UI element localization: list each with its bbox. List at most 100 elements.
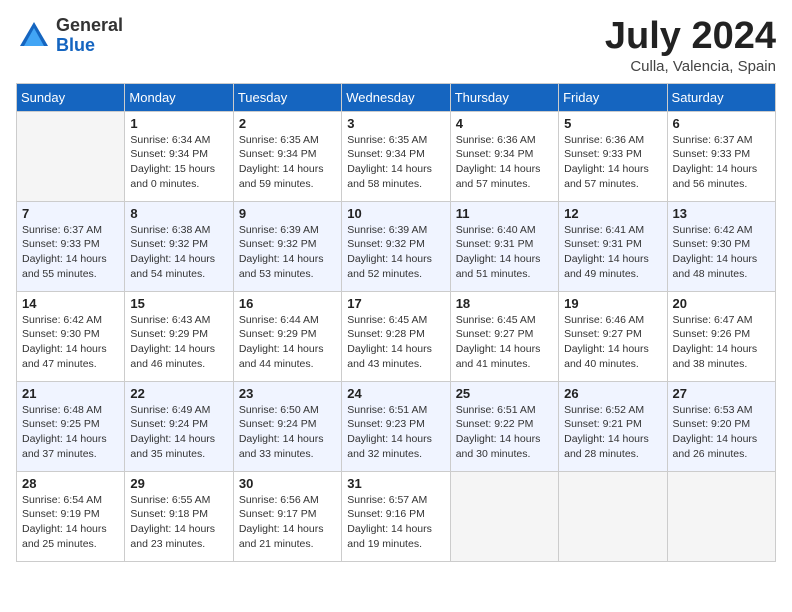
day-info: Sunrise: 6:50 AM Sunset: 9:24 PM Dayligh… bbox=[239, 403, 336, 462]
page-header: General Blue July 2024 Culla, Valencia, … bbox=[16, 16, 776, 75]
day-info: Sunrise: 6:35 AM Sunset: 9:34 PM Dayligh… bbox=[239, 133, 336, 192]
day-info: Sunrise: 6:46 AM Sunset: 9:27 PM Dayligh… bbox=[564, 313, 661, 372]
day-number: 4 bbox=[456, 116, 553, 131]
calendar-day-cell: 9 Sunrise: 6:39 AM Sunset: 9:32 PM Daylig… bbox=[233, 201, 341, 291]
day-info: Sunrise: 6:41 AM Sunset: 9:31 PM Dayligh… bbox=[564, 223, 661, 282]
day-info: Sunrise: 6:49 AM Sunset: 9:24 PM Dayligh… bbox=[130, 403, 227, 462]
day-number: 17 bbox=[347, 296, 444, 311]
calendar-day-cell: 15 Sunrise: 6:43 AM Sunset: 9:29 PM Dayli… bbox=[125, 291, 233, 381]
day-info: Sunrise: 6:45 AM Sunset: 9:28 PM Dayligh… bbox=[347, 313, 444, 372]
day-number: 28 bbox=[22, 476, 119, 491]
logo-general: General bbox=[56, 16, 123, 36]
day-number: 25 bbox=[456, 386, 553, 401]
day-number: 31 bbox=[347, 476, 444, 491]
day-number: 22 bbox=[130, 386, 227, 401]
day-info: Sunrise: 6:51 AM Sunset: 9:23 PM Dayligh… bbox=[347, 403, 444, 462]
day-number: 13 bbox=[673, 206, 770, 221]
calendar-day-cell: 30 Sunrise: 6:56 AM Sunset: 9:17 PM Dayli… bbox=[233, 471, 341, 561]
day-info: Sunrise: 6:53 AM Sunset: 9:20 PM Dayligh… bbox=[673, 403, 770, 462]
day-number: 14 bbox=[22, 296, 119, 311]
day-info: Sunrise: 6:40 AM Sunset: 9:31 PM Dayligh… bbox=[456, 223, 553, 282]
day-info: Sunrise: 6:52 AM Sunset: 9:21 PM Dayligh… bbox=[564, 403, 661, 462]
day-info: Sunrise: 6:39 AM Sunset: 9:32 PM Dayligh… bbox=[347, 223, 444, 282]
day-info: Sunrise: 6:54 AM Sunset: 9:19 PM Dayligh… bbox=[22, 493, 119, 552]
day-info: Sunrise: 6:51 AM Sunset: 9:22 PM Dayligh… bbox=[456, 403, 553, 462]
day-number: 29 bbox=[130, 476, 227, 491]
weekday-header-thursday: Thursday bbox=[450, 83, 558, 111]
weekday-header-sunday: Sunday bbox=[17, 83, 125, 111]
day-info: Sunrise: 6:57 AM Sunset: 9:16 PM Dayligh… bbox=[347, 493, 444, 552]
logo-text: General Blue bbox=[56, 16, 123, 56]
day-number: 1 bbox=[130, 116, 227, 131]
day-number: 3 bbox=[347, 116, 444, 131]
day-number: 5 bbox=[564, 116, 661, 131]
day-info: Sunrise: 6:37 AM Sunset: 9:33 PM Dayligh… bbox=[22, 223, 119, 282]
logo-blue: Blue bbox=[56, 36, 123, 56]
calendar-week-row: 14 Sunrise: 6:42 AM Sunset: 9:30 PM Dayli… bbox=[17, 291, 776, 381]
calendar-day-cell: 7 Sunrise: 6:37 AM Sunset: 9:33 PM Daylig… bbox=[17, 201, 125, 291]
calendar-day-cell: 2 Sunrise: 6:35 AM Sunset: 9:34 PM Daylig… bbox=[233, 111, 341, 201]
day-info: Sunrise: 6:44 AM Sunset: 9:29 PM Dayligh… bbox=[239, 313, 336, 372]
day-number: 16 bbox=[239, 296, 336, 311]
calendar-day-cell: 22 Sunrise: 6:49 AM Sunset: 9:24 PM Dayli… bbox=[125, 381, 233, 471]
calendar-day-cell bbox=[559, 471, 667, 561]
calendar-week-row: 28 Sunrise: 6:54 AM Sunset: 9:19 PM Dayli… bbox=[17, 471, 776, 561]
day-number: 2 bbox=[239, 116, 336, 131]
calendar-day-cell: 11Sunrise: 6:40 AM Sunset: 9:31 PM Dayli… bbox=[450, 201, 558, 291]
calendar-day-cell: 4 Sunrise: 6:36 AM Sunset: 9:34 PM Daylig… bbox=[450, 111, 558, 201]
calendar-week-row: 7 Sunrise: 6:37 AM Sunset: 9:33 PM Daylig… bbox=[17, 201, 776, 291]
day-info: Sunrise: 6:42 AM Sunset: 9:30 PM Dayligh… bbox=[22, 313, 119, 372]
day-number: 15 bbox=[130, 296, 227, 311]
day-info: Sunrise: 6:43 AM Sunset: 9:29 PM Dayligh… bbox=[130, 313, 227, 372]
day-number: 8 bbox=[130, 206, 227, 221]
day-info: Sunrise: 6:45 AM Sunset: 9:27 PM Dayligh… bbox=[456, 313, 553, 372]
calendar-day-cell: 12 Sunrise: 6:41 AM Sunset: 9:31 PM Dayli… bbox=[559, 201, 667, 291]
day-info: Sunrise: 6:42 AM Sunset: 9:30 PM Dayligh… bbox=[673, 223, 770, 282]
day-number: 9 bbox=[239, 206, 336, 221]
calendar-day-cell: 18Sunrise: 6:45 AM Sunset: 9:27 PM Dayli… bbox=[450, 291, 558, 381]
day-number: 7 bbox=[22, 206, 119, 221]
weekday-header-row: SundayMondayTuesdayWednesdayThursdayFrid… bbox=[17, 83, 776, 111]
day-number: 12 bbox=[564, 206, 661, 221]
title-area: July 2024 Culla, Valencia, Spain bbox=[605, 16, 776, 75]
day-info: Sunrise: 6:36 AM Sunset: 9:33 PM Dayligh… bbox=[564, 133, 661, 192]
calendar-day-cell: 5 Sunrise: 6:36 AM Sunset: 9:33 PM Daylig… bbox=[559, 111, 667, 201]
calendar-day-cell: 21Sunrise: 6:48 AM Sunset: 9:25 PM Dayli… bbox=[17, 381, 125, 471]
day-number: 26 bbox=[564, 386, 661, 401]
day-number: 10 bbox=[347, 206, 444, 221]
day-number: 19 bbox=[564, 296, 661, 311]
day-info: Sunrise: 6:38 AM Sunset: 9:32 PM Dayligh… bbox=[130, 223, 227, 282]
weekday-header-saturday: Saturday bbox=[667, 83, 775, 111]
calendar-day-cell: 14 Sunrise: 6:42 AM Sunset: 9:30 PM Dayli… bbox=[17, 291, 125, 381]
day-number: 6 bbox=[673, 116, 770, 131]
day-info: Sunrise: 6:56 AM Sunset: 9:17 PM Dayligh… bbox=[239, 493, 336, 552]
calendar-day-cell: 31 Sunrise: 6:57 AM Sunset: 9:16 PM Dayli… bbox=[342, 471, 450, 561]
location: Culla, Valencia, Spain bbox=[605, 58, 776, 75]
weekday-header-wednesday: Wednesday bbox=[342, 83, 450, 111]
calendar-week-row: 1 Sunrise: 6:34 AM Sunset: 9:34 PM Daylig… bbox=[17, 111, 776, 201]
calendar-day-cell: 28 Sunrise: 6:54 AM Sunset: 9:19 PM Dayli… bbox=[17, 471, 125, 561]
day-number: 21 bbox=[22, 386, 119, 401]
day-info: Sunrise: 6:39 AM Sunset: 9:32 PM Dayligh… bbox=[239, 223, 336, 282]
weekday-header-friday: Friday bbox=[559, 83, 667, 111]
calendar-day-cell: 6 Sunrise: 6:37 AM Sunset: 9:33 PM Daylig… bbox=[667, 111, 775, 201]
day-info: Sunrise: 6:34 AM Sunset: 9:34 PM Dayligh… bbox=[130, 133, 227, 192]
calendar-day-cell bbox=[17, 111, 125, 201]
day-number: 24 bbox=[347, 386, 444, 401]
day-info: Sunrise: 6:35 AM Sunset: 9:34 PM Dayligh… bbox=[347, 133, 444, 192]
calendar-day-cell: 29 Sunrise: 6:55 AM Sunset: 9:18 PM Dayli… bbox=[125, 471, 233, 561]
day-number: 30 bbox=[239, 476, 336, 491]
calendar-day-cell: 26 Sunrise: 6:52 AM Sunset: 9:21 PM Dayli… bbox=[559, 381, 667, 471]
day-info: Sunrise: 6:55 AM Sunset: 9:18 PM Dayligh… bbox=[130, 493, 227, 552]
calendar-day-cell: 10 Sunrise: 6:39 AM Sunset: 9:32 PM Dayli… bbox=[342, 201, 450, 291]
weekday-header-tuesday: Tuesday bbox=[233, 83, 341, 111]
calendar-day-cell: 1 Sunrise: 6:34 AM Sunset: 9:34 PM Daylig… bbox=[125, 111, 233, 201]
day-info: Sunrise: 6:37 AM Sunset: 9:33 PM Dayligh… bbox=[673, 133, 770, 192]
calendar-day-cell: 27Sunrise: 6:53 AM Sunset: 9:20 PM Dayli… bbox=[667, 381, 775, 471]
calendar-day-cell: 24 Sunrise: 6:51 AM Sunset: 9:23 PM Dayli… bbox=[342, 381, 450, 471]
day-info: Sunrise: 6:36 AM Sunset: 9:34 PM Dayligh… bbox=[456, 133, 553, 192]
calendar-day-cell: 17 Sunrise: 6:45 AM Sunset: 9:28 PM Dayli… bbox=[342, 291, 450, 381]
day-number: 23 bbox=[239, 386, 336, 401]
calendar-day-cell: 8 Sunrise: 6:38 AM Sunset: 9:32 PM Daylig… bbox=[125, 201, 233, 291]
calendar-day-cell: 13 Sunrise: 6:42 AM Sunset: 9:30 PM Dayli… bbox=[667, 201, 775, 291]
